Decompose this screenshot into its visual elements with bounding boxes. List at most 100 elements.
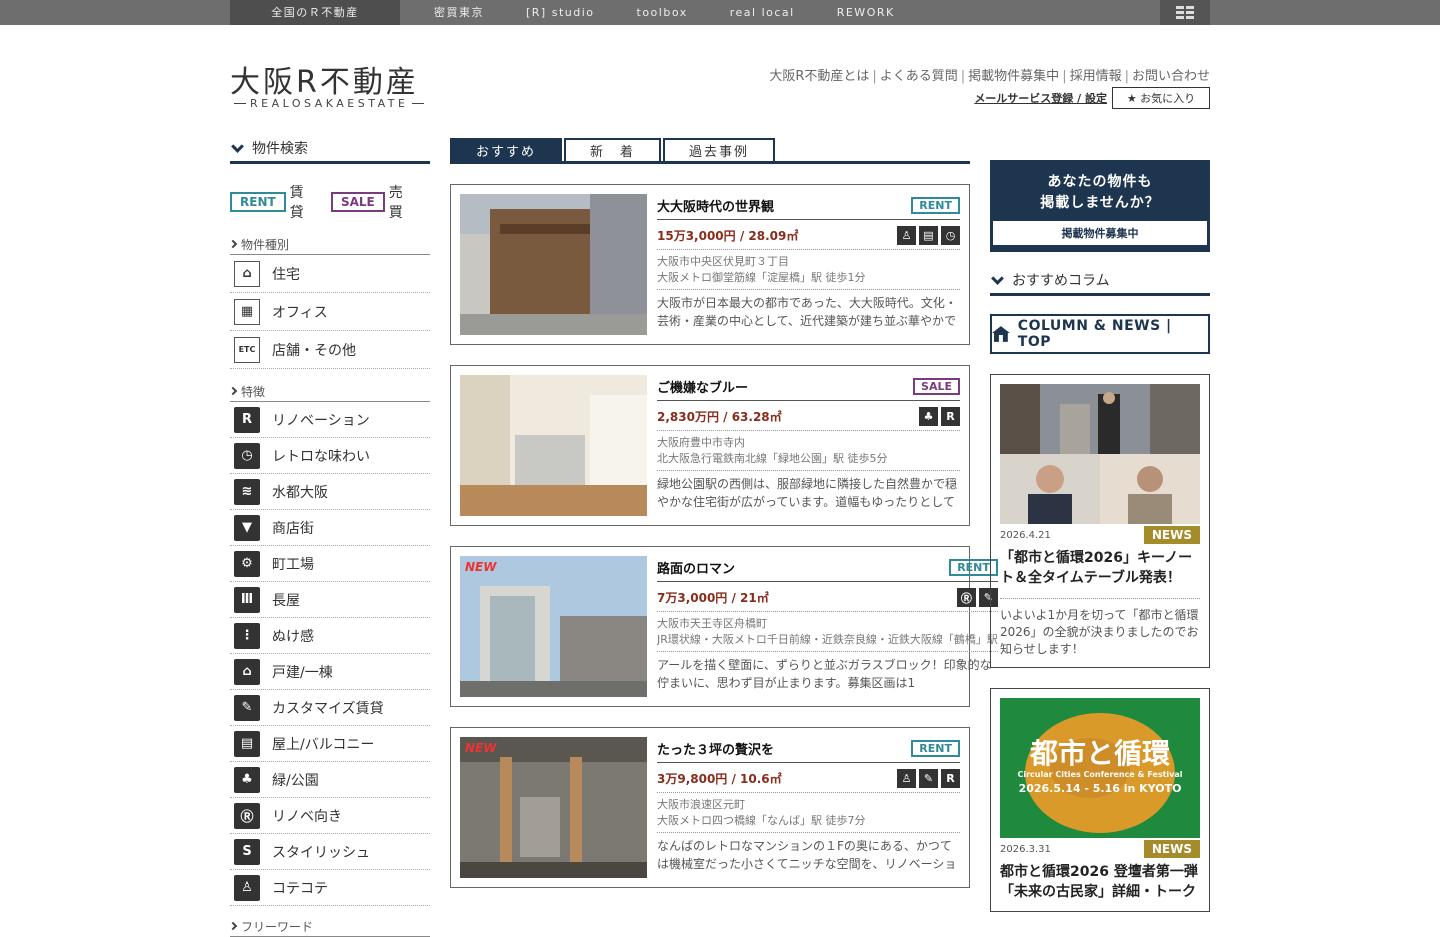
topnav-r-studio[interactable]: [R] studio	[505, 0, 616, 25]
free-word-heading: フリーワード	[228, 918, 430, 937]
column-title[interactable]: 「都市と循環2026」キーノート＆全タイムテーブル発表！	[1000, 548, 1200, 588]
column-excerpt: いよいよ1か月を切って「都市と循環2026」の全貌が決まりましたのでお知らせしま…	[1000, 598, 1200, 658]
rent-label[interactable]: 賃貸	[290, 182, 314, 222]
chevron-right-icon	[228, 386, 238, 396]
column-card[interactable]: 2026.4.21 NEWS 「都市と循環2026」キーノート＆全タイムテーブル…	[990, 374, 1210, 668]
topnav-real-local[interactable]: real local	[709, 0, 816, 25]
feature-label: ぬけ感	[272, 628, 314, 645]
feature-label: 戸建/一棟	[272, 664, 333, 681]
favorites-button[interactable]: ★ お気に入り	[1112, 87, 1210, 109]
menu-button[interactable]	[1160, 0, 1210, 25]
column-card[interactable]: 都市と循環 Circular Cities Conference & Festi…	[990, 688, 1210, 912]
listing-access: 北大阪急行電鉄南北線「緑地公園」駅 徒歩5分	[657, 451, 960, 471]
feature-item[interactable]: S スタイリッシュ	[230, 834, 430, 870]
feature-item[interactable]: ⋮ ぬけ感	[230, 618, 430, 654]
topnav-rework[interactable]: REWORK	[816, 0, 916, 25]
feature-badge-icon: ♣	[919, 407, 938, 426]
listing-photo[interactable]: NEW	[460, 556, 647, 697]
property-type-label: オフィス	[272, 304, 328, 321]
rent-tag[interactable]: RENT	[230, 192, 286, 212]
feature-item[interactable]: ♣ 緑/公園	[230, 762, 430, 798]
park-icon: ♣	[234, 766, 260, 793]
listing-title[interactable]: 大大阪時代の世界観	[657, 196, 774, 215]
property-type-item[interactable]: ▦ オフィス	[230, 293, 430, 331]
house-icon: ⌂	[234, 260, 260, 287]
listing-title[interactable]: 路面のロマン	[657, 558, 735, 577]
feature-item[interactable]: ♙ コテコテ	[230, 870, 430, 906]
property-type-heading: 物件種別	[228, 236, 430, 255]
listing-access: 大阪メトロ四つ橋線「なんば」駅 徒歩7分	[657, 813, 960, 833]
feature-item[interactable]: Ⓡ リノベ向き	[230, 798, 430, 834]
listing-photo[interactable]	[460, 194, 647, 335]
link-listing-recruit[interactable]: 掲載物件募集中	[968, 69, 1059, 84]
house-icon	[992, 326, 1010, 342]
listing-photo[interactable]	[460, 375, 647, 516]
link-about[interactable]: 大阪R不動産とは	[769, 69, 869, 84]
feature-label: カスタマイズ賃貸	[272, 700, 384, 717]
listing-price: 3万9,800円 / 10.6㎡	[657, 772, 782, 786]
water-icon: ≋	[234, 478, 260, 505]
listing-photo[interactable]: NEW	[460, 737, 647, 878]
listing-recruit-button[interactable]: 掲載物件募集中	[992, 220, 1208, 246]
factory-icon: ⚙	[234, 550, 260, 577]
feature-badge-icon: ▤	[919, 226, 938, 245]
feature-item[interactable]: ✎ カスタマイズ賃貸	[230, 690, 430, 726]
link-faq[interactable]: よくある質問	[880, 69, 958, 84]
feature-label: 水都大阪	[272, 484, 328, 501]
store-icon: ETC	[234, 336, 260, 363]
listing-card[interactable]: NEW たった３坪の贅沢を RENT 3万9,800円 / 10.6㎡ ♙ ✎ R 大阪市浪速…	[450, 727, 970, 888]
header-links: 大阪R不動産とは | よくある質問 | 掲載物件募集中 | 採用情報 | お問い合わせ	[769, 69, 1210, 84]
site-logo[interactable]: 大阪R不動産	[230, 57, 419, 101]
listing-type-tag: RENT	[911, 740, 960, 757]
listing-title[interactable]: ご機嫌なブルー	[657, 377, 748, 396]
column-date: 2026.3.31	[1000, 843, 1051, 855]
tab-new[interactable]: 新 着	[564, 138, 662, 161]
column-date: 2026.4.21	[1000, 529, 1051, 541]
column-title[interactable]: 都市と循環2026 登壇者第一弾「未来の古民家」詳細・トーク	[1000, 862, 1200, 902]
feature-item[interactable]: ⚙ 町工場	[230, 546, 430, 582]
feature-badge-icon: ♙	[897, 769, 916, 788]
sale-label[interactable]: 売買	[389, 182, 413, 222]
feature-label: 町工場	[272, 556, 314, 573]
listing-recruit-banner[interactable]: あなたの物件も 掲載しませんか？ 掲載物件募集中	[990, 160, 1210, 252]
feature-badge-icon: ✎	[919, 769, 938, 788]
listing-type-tag: SALE	[913, 378, 960, 395]
feature-label: 緑/公園	[272, 772, 319, 789]
feature-item[interactable]: ◷ レトロな味わい	[230, 438, 430, 474]
listing-type-tag: RENT	[911, 197, 960, 214]
property-type-item[interactable]: ⌂ 住宅	[230, 255, 430, 293]
link-careers[interactable]: 採用情報	[1070, 69, 1122, 84]
feature-item[interactable]: Ⅲ 長屋	[230, 582, 430, 618]
listing-card[interactable]: NEW 路面のロマン RENT 7万3,000円 / 21㎡ Ⓡ ✎ 大阪市天王寺区舟橋町 J…	[450, 546, 998, 707]
feature-item[interactable]: ≋ 水都大阪	[230, 474, 430, 510]
shopping-street-icon: ▼	[234, 514, 260, 541]
tab-recommended[interactable]: おすすめ	[450, 138, 563, 161]
tab-past[interactable]: 過去事例	[663, 138, 776, 161]
listing-card[interactable]: 大大阪時代の世界観 RENT 15万3,000円 / 28.09㎡ ♙ ▤ ◷ 大阪市中央区…	[450, 184, 970, 345]
listing-address: 大阪府豊中市寺内	[657, 436, 745, 449]
retro-icon: ◷	[234, 442, 260, 469]
mail-service-link[interactable]: メールサービス登録 / 設定	[974, 90, 1107, 106]
sale-tag[interactable]: SALE	[330, 192, 385, 212]
listing-description: なんばのレトロなマンションの１Fの奥にある、かつては機械室だった小さくてニッチな…	[657, 839, 957, 871]
feature-label: レトロな味わい	[272, 448, 370, 465]
topnav-mitsubai[interactable]: 密買東京	[413, 0, 505, 25]
listing-access: JR環状線・大阪メトロ千日前線・近鉄奈良線・近鉄大阪線「鶴橋」駅	[657, 632, 998, 652]
listing-area: おすすめ 新 着 過去事例 大大阪時代の世界観 RENT 15万3,000円 / 2…	[450, 138, 998, 888]
feature-item[interactable]: ▤ 屋上/バルコニー	[230, 726, 430, 762]
link-contact[interactable]: お問い合わせ	[1132, 69, 1210, 84]
property-type-item[interactable]: ETC 店舗・その他	[230, 331, 430, 369]
feature-label: 商店街	[272, 520, 314, 537]
topnav-all-r-estate[interactable]: 全国のＲ不動産	[230, 0, 400, 25]
property-type-label: 店舗・その他	[272, 342, 356, 359]
feature-item[interactable]: ⌂ 戸建/一棟	[230, 654, 430, 690]
feature-label: 長屋	[272, 592, 300, 609]
listing-title[interactable]: たった３坪の贅沢を	[657, 739, 774, 758]
column-news-top-button[interactable]: COLUMN & NEWS | TOP	[990, 314, 1210, 354]
topnav-toolbox[interactable]: toolbox	[616, 0, 709, 25]
listing-tabs: おすすめ 新 着 過去事例	[450, 138, 970, 164]
listing-card[interactable]: ご機嫌なブルー SALE 2,830万円 / 63.28㎡ ♣ R 大阪府豊中市寺内 北大阪…	[450, 365, 970, 526]
feature-item[interactable]: ▼ 商店街	[230, 510, 430, 546]
feature-item[interactable]: R リノベーション	[230, 402, 430, 438]
new-badge: NEW	[465, 560, 497, 574]
